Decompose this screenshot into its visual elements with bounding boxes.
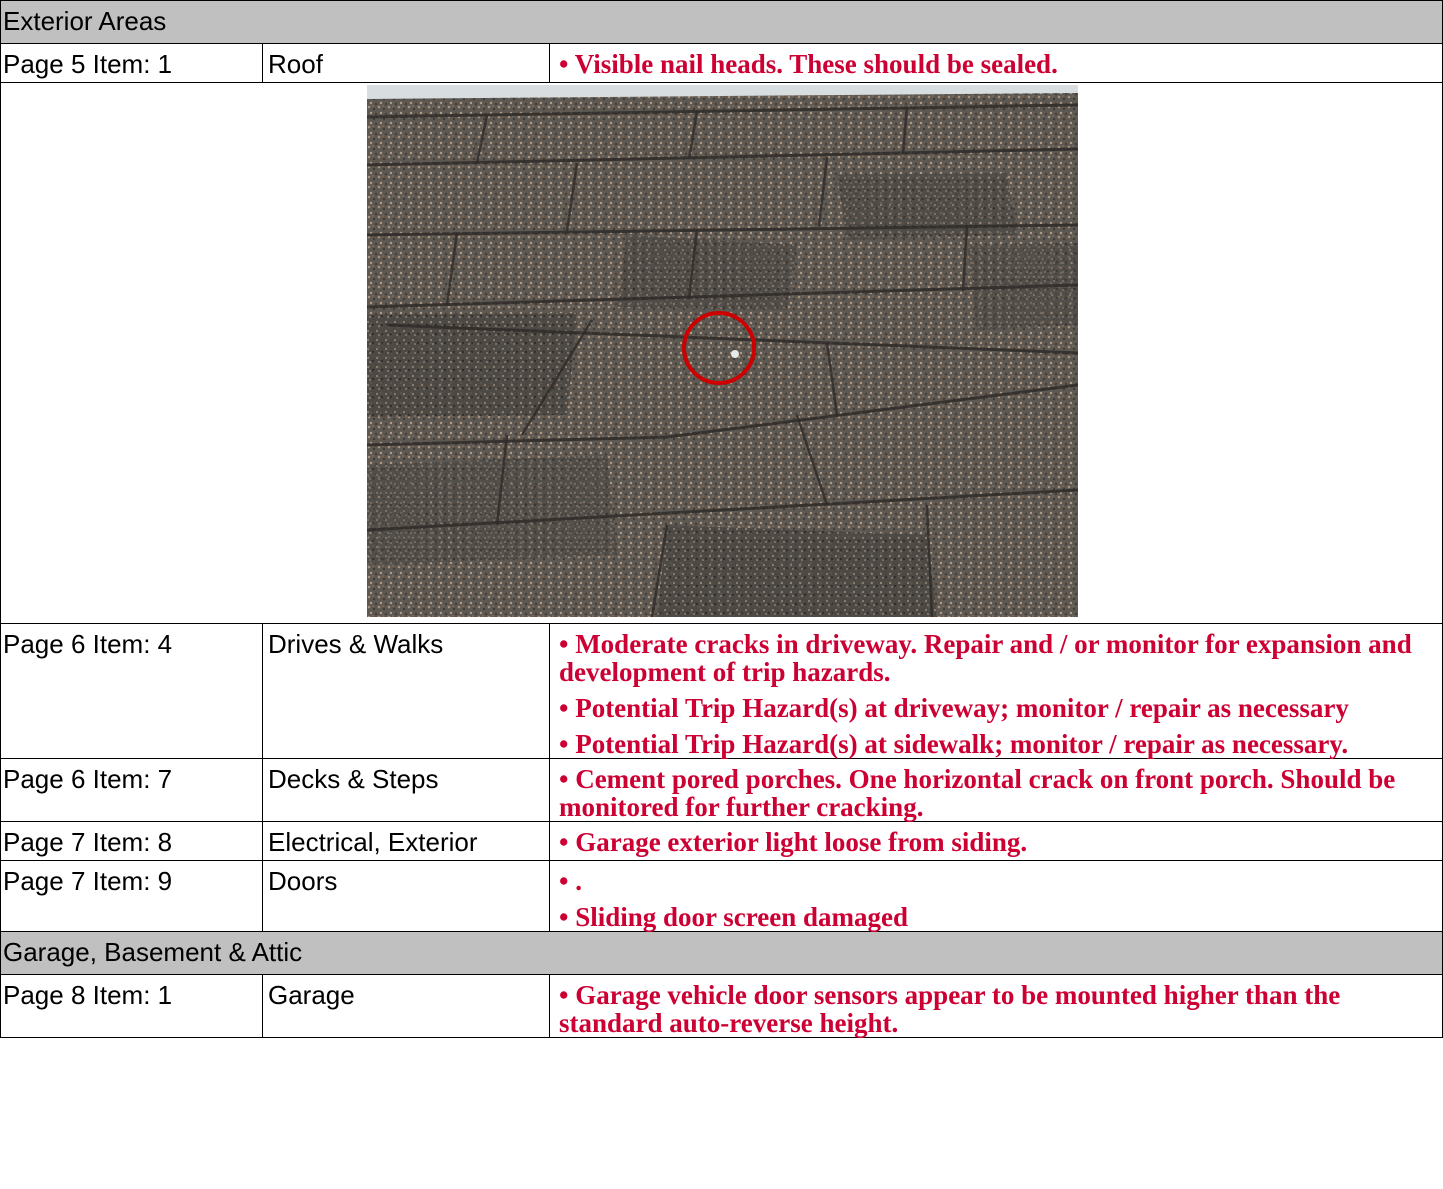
note-text: • Cement pored porches. One horizontal c… <box>559 764 1396 822</box>
item-notes: • Visible nail heads. These should be se… <box>549 43 1443 83</box>
photo-row <box>0 82 1443 624</box>
photo-cell <box>0 82 1443 624</box>
section-header-garage: Garage, Basement & Attic <box>0 931 1443 975</box>
item-notes: • Moderate cracks in driveway. Repair an… <box>549 623 1443 759</box>
note-text: • Garage exterior light loose from sidin… <box>559 827 1028 857</box>
section-title: Garage, Basement & Attic <box>0 931 1443 975</box>
item-category: Roof <box>262 43 550 83</box>
item-notes: • . • Sliding door screen damaged <box>549 860 1443 932</box>
item-notes: • Garage exterior light loose from sidin… <box>549 821 1443 861</box>
inspection-summary-table: Exterior Areas Page 5 Item: 1 Roof • Vis… <box>0 0 1443 1038</box>
item-page-ref: Page 6 Item: 4 <box>0 623 263 759</box>
table-row: Page 6 Item: 4 Drives & Walks • Moderate… <box>0 623 1443 759</box>
note-text: • Sliding door screen damaged <box>559 902 908 932</box>
note-text: • Garage vehicle door sensors appear to … <box>559 980 1341 1038</box>
item-page-ref: Page 7 Item: 9 <box>0 860 263 932</box>
note-text: • Visible nail heads. These should be se… <box>559 49 1058 79</box>
section-header-exterior: Exterior Areas <box>0 0 1443 44</box>
section-title: Exterior Areas <box>0 0 1443 44</box>
item-page-ref: Page 5 Item: 1 <box>0 43 263 83</box>
note-text: • Potential Trip Hazard(s) at driveway; … <box>559 693 1349 723</box>
note-text: • . <box>559 866 582 896</box>
table-row: Page 5 Item: 1 Roof • Visible nail heads… <box>0 43 1443 83</box>
note-text: • Moderate cracks in driveway. Repair an… <box>559 629 1412 687</box>
note-text: • Potential Trip Hazard(s) at sidewalk; … <box>559 729 1349 759</box>
table-row: Page 8 Item: 1 Garage • Garage vehicle d… <box>0 974 1443 1038</box>
item-page-ref: Page 6 Item: 7 <box>0 758 263 822</box>
item-category: Garage <box>262 974 550 1038</box>
item-page-ref: Page 7 Item: 8 <box>0 821 263 861</box>
item-page-ref: Page 8 Item: 1 <box>0 974 263 1038</box>
roof-shingles-photo <box>367 85 1078 617</box>
item-category: Doors <box>262 860 550 932</box>
table-row: Page 6 Item: 7 Decks & Steps • Cement po… <box>0 758 1443 822</box>
item-category: Electrical, Exterior <box>262 821 550 861</box>
item-category: Decks & Steps <box>262 758 550 822</box>
table-row: Page 7 Item: 8 Electrical, Exterior • Ga… <box>0 821 1443 861</box>
table-row: Page 7 Item: 9 Doors • . • Sliding door … <box>0 860 1443 932</box>
item-category: Drives & Walks <box>262 623 550 759</box>
item-notes: • Cement pored porches. One horizontal c… <box>549 758 1443 822</box>
item-notes: • Garage vehicle door sensors appear to … <box>549 974 1443 1038</box>
